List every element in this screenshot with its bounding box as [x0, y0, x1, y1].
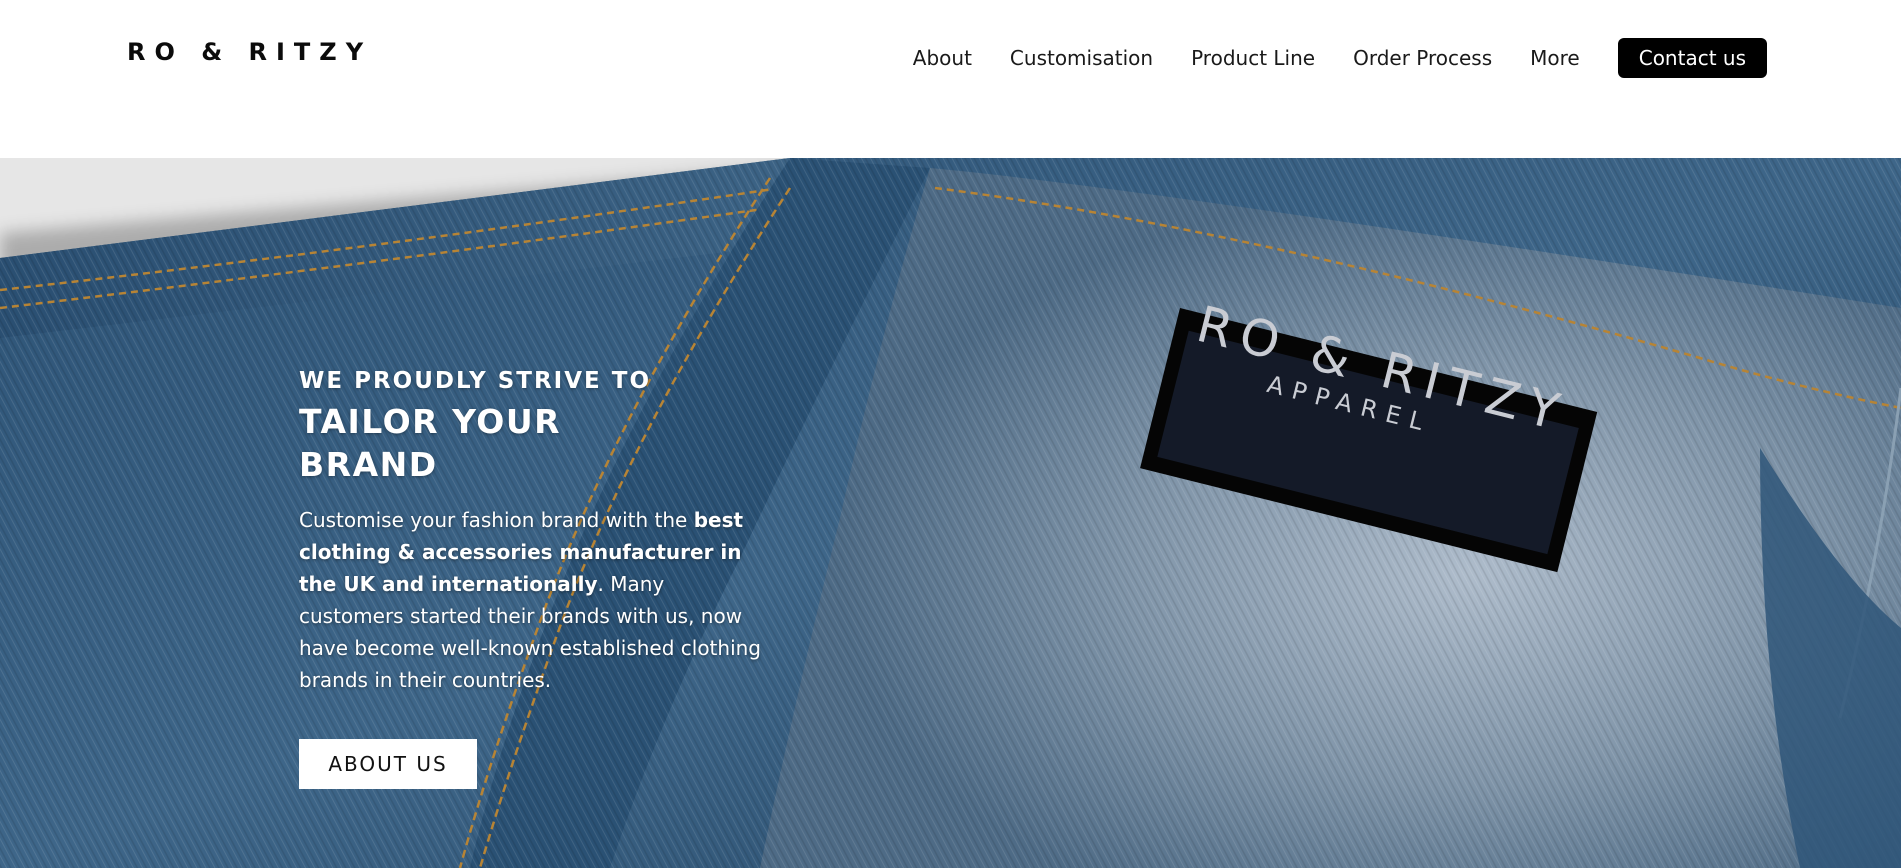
- site-header: RO & RITZY About Customisation Product L…: [0, 0, 1901, 158]
- brand-logo[interactable]: RO & RITZY: [127, 38, 372, 66]
- hero-headline: TAILOR YOUR BRAND: [299, 401, 562, 484]
- denim-jacket-image: [0, 158, 1901, 868]
- main-nav: About Customisation Product Line Order P…: [913, 38, 1767, 78]
- nav-item-more[interactable]: More: [1530, 46, 1580, 70]
- about-us-button[interactable]: ABOUT US: [299, 739, 477, 789]
- nav-item-about[interactable]: About: [913, 46, 972, 70]
- hero-eyebrow: WE PROUDLY STRIVE TO: [299, 368, 651, 394]
- hero-section: RO & RITZY APPAREL WE PROUDLY STRIVE TO …: [0, 158, 1901, 868]
- nav-item-product-line[interactable]: Product Line: [1191, 46, 1315, 70]
- hero-description-intro: Customise your fashion brand with the: [299, 507, 694, 532]
- hero-description: Customise your fashion brand with the be…: [299, 504, 764, 696]
- contact-us-button[interactable]: Contact us: [1617, 38, 1767, 78]
- nav-item-order-process[interactable]: Order Process: [1353, 46, 1492, 70]
- nav-item-customisation[interactable]: Customisation: [1010, 46, 1153, 70]
- hero-copy: WE PROUDLY STRIVE TO TAILOR YOUR BRAND C…: [299, 368, 769, 696]
